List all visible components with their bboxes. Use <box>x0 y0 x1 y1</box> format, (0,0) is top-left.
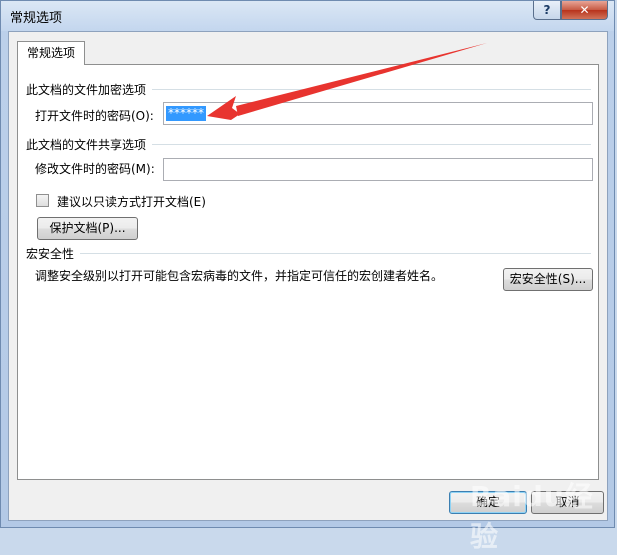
close-button[interactable]: ✕ <box>561 1 608 20</box>
dialog-body: 常规选项 此文档的文件加密选项 打开文件时的密码(O): ****** 此文档的… <box>8 31 608 521</box>
macro-section-heading: 宏安全性 <box>26 245 591 262</box>
macro-heading-text: 宏安全性 <box>26 247 75 261</box>
title-bar[interactable]: 常规选项 ? ✕ <box>1 1 614 31</box>
modify-password-input[interactable] <box>163 158 593 181</box>
sharing-section-heading: 此文档的文件共享选项 <box>26 136 591 153</box>
close-icon: ✕ <box>579 3 590 17</box>
readonly-checkbox-label[interactable]: 建议以只读方式打开文档(E) <box>57 193 206 210</box>
macro-security-button[interactable]: 宏安全性(S)... <box>503 268 593 291</box>
tab-panel: 此文档的文件加密选项 打开文件时的密码(O): ****** 此文档的文件共享选… <box>17 64 599 480</box>
divider <box>152 89 591 90</box>
divider <box>80 253 591 254</box>
open-password-value: ****** <box>166 106 206 121</box>
readonly-checkbox[interactable] <box>36 194 49 207</box>
encryption-heading-text: 此文档的文件加密选项 <box>26 83 147 97</box>
protect-document-button[interactable]: 保护文档(P)... <box>37 217 138 240</box>
dialog-window: 常规选项 ? ✕ 常规选项 此文档的文件加密选项 打开文件时的密码(O): **… <box>0 0 615 528</box>
encryption-section-heading: 此文档的文件加密选项 <box>26 81 591 98</box>
open-password-label: 打开文件时的密码(O): <box>35 109 154 123</box>
modify-password-label: 修改文件时的密码(M): <box>35 162 155 176</box>
sharing-heading-text: 此文档的文件共享选项 <box>26 138 147 152</box>
divider <box>152 144 591 145</box>
open-password-input[interactable]: ****** <box>163 102 593 125</box>
macro-description: 调整安全级别以打开可能包含宏病毒的文件，并指定可信任的宏创建者姓名。 <box>35 269 444 283</box>
help-icon: ? <box>543 3 551 17</box>
watermark: Baidu经验 <box>470 480 594 553</box>
help-button[interactable]: ? <box>533 1 561 20</box>
tab-general-options[interactable]: 常规选项 <box>17 41 85 65</box>
window-title: 常规选项 <box>10 11 63 26</box>
